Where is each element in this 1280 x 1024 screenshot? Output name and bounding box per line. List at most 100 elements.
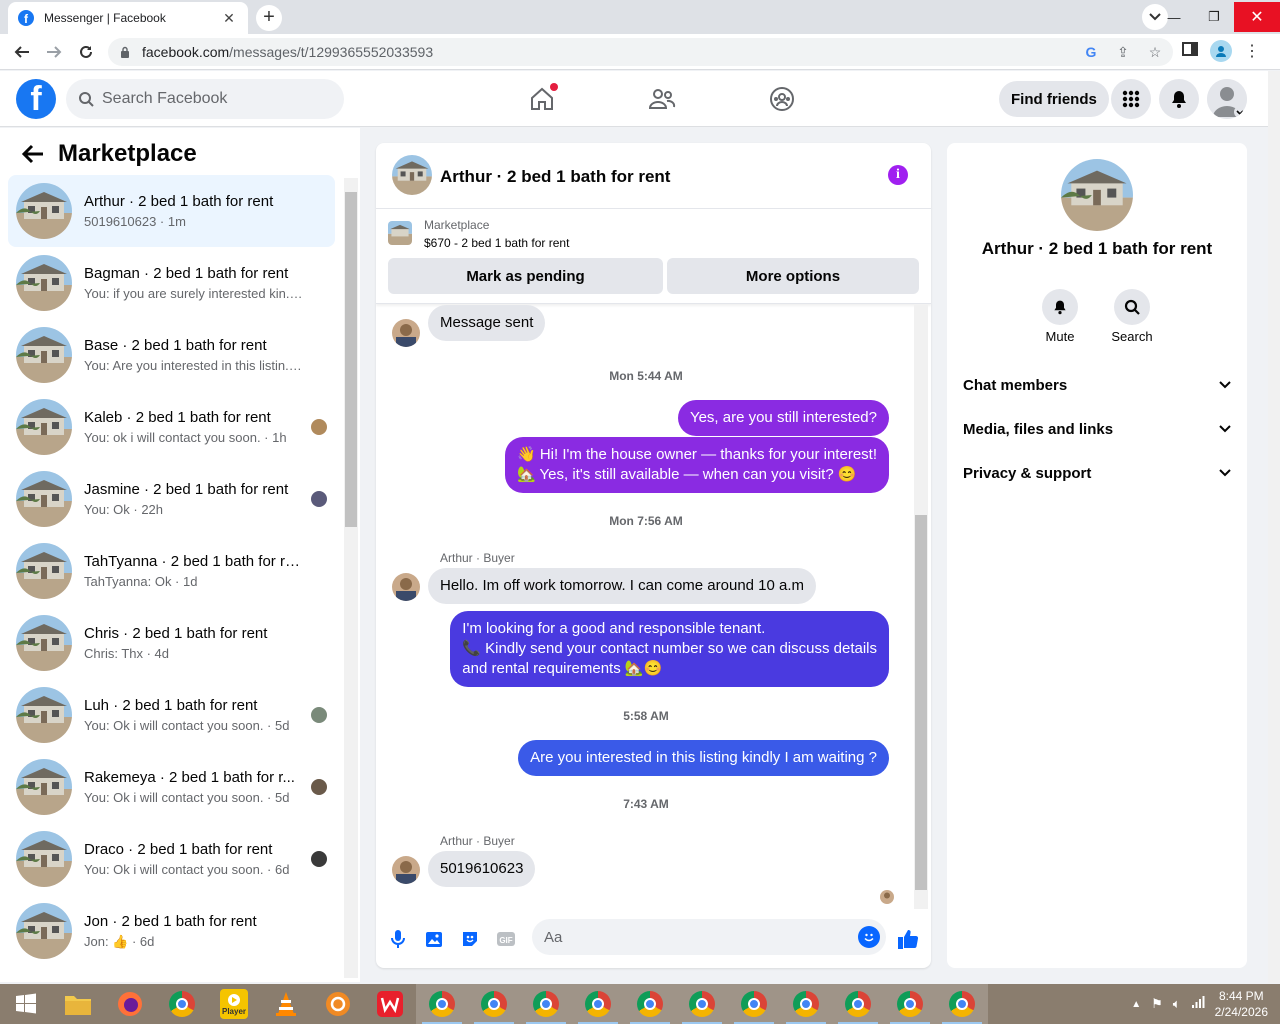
notifications-button[interactable] (1159, 79, 1199, 119)
bookmark-star-icon[interactable]: ☆ (1145, 42, 1165, 62)
listing-price-title[interactable]: $670 - 2 bed 1 bath for rent (424, 236, 569, 250)
chrome-window-2[interactable] (468, 984, 520, 1024)
info-icon[interactable]: i (888, 165, 908, 185)
page-scrollbar[interactable] (1268, 71, 1280, 983)
player-app[interactable]: Player (208, 984, 260, 1024)
conversation-item[interactable]: Base · 2 bed 1 bath for rent You: Are yo… (8, 319, 335, 391)
conversation-item[interactable]: Luh · 2 bed 1 bath for rent You: Ok i wi… (8, 679, 335, 751)
message-bubble-sent[interactable]: I'm looking for a good and responsible t… (450, 611, 889, 687)
info-avatar[interactable] (1061, 159, 1133, 231)
more-options-button[interactable]: More options (667, 258, 919, 294)
search-input[interactable] (102, 90, 322, 108)
minimize-button[interactable]: — (1154, 2, 1194, 32)
chrome-window-6[interactable] (676, 984, 728, 1024)
browser-tab[interactable]: f Messenger | Facebook ✕ (8, 2, 248, 34)
nav-groups[interactable] (722, 71, 842, 127)
section-chat-members[interactable]: Chat members (955, 365, 1239, 405)
back-icon[interactable] (10, 40, 34, 64)
conversation-item[interactable]: Kaleb · 2 bed 1 bath for rent You: ok i … (8, 391, 335, 463)
back-arrow-icon[interactable] (20, 144, 46, 164)
tray-overflow-icon[interactable]: ▲ (1131, 999, 1141, 1010)
google-icon[interactable]: G (1081, 42, 1101, 62)
file-explorer-app[interactable] (52, 984, 104, 1024)
chat-avatar[interactable] (392, 155, 432, 195)
chrome-app[interactable] (156, 984, 208, 1024)
thumbs-up-icon[interactable] (896, 927, 920, 951)
account-avatar[interactable] (1207, 79, 1247, 119)
message-input-box[interactable] (532, 919, 886, 955)
sidebar-scrollbar[interactable] (344, 178, 358, 978)
volume-icon[interactable]: 🔈︎ (1173, 996, 1181, 1012)
network-icon[interactable] (1191, 995, 1205, 1013)
start-button[interactable] (0, 984, 52, 1024)
chat-title[interactable]: Arthur · 2 bed 1 bath for rent (440, 167, 670, 187)
chrome-window-1[interactable] (416, 984, 468, 1024)
listing-thumbnail[interactable] (388, 221, 412, 245)
menu-grid-button[interactable] (1111, 79, 1151, 119)
chrome-window-8[interactable] (780, 984, 832, 1024)
nav-home[interactable] (482, 71, 602, 127)
section-media-files-links[interactable]: Media, files and links (955, 409, 1239, 449)
chat-scrollbar[interactable] (914, 305, 928, 909)
message-bubble-sent[interactable]: Yes, are you still interested? (677, 400, 889, 436)
close-tab-icon[interactable]: ✕ (220, 10, 238, 27)
sticker-icon[interactable] (458, 927, 482, 951)
new-tab-button[interactable]: + (256, 5, 282, 31)
facebook-search[interactable] (66, 79, 344, 119)
message-bubble-sent[interactable]: 👋 Hi! I'm the house owner — thanks for y… (504, 437, 889, 493)
conversation-item[interactable]: Chris · 2 bed 1 bath for rent Chris: Thx… (8, 607, 335, 679)
gif-icon[interactable]: GIF (494, 927, 518, 951)
mark-as-pending-button[interactable]: Mark as pending (388, 258, 663, 294)
clock[interactable]: 8:44 PM 2/24/2026 (1215, 988, 1268, 1020)
nav-friends[interactable] (602, 71, 722, 127)
find-friends-button[interactable]: Find friends (999, 81, 1109, 117)
share-icon[interactable]: ⇪ (1113, 42, 1133, 62)
chrome-window-5[interactable] (624, 984, 676, 1024)
conversation-item[interactable]: Arthur · 2 bed 1 bath for rent 501961062… (8, 175, 335, 247)
conversation-item[interactable]: Jon · 2 bed 1 bath for rent Jon: 👍 · 6d (8, 895, 335, 967)
message-bubble-received[interactable]: Hello. Im off work tomorrow. I can come … (428, 568, 817, 604)
firefox-app[interactable] (104, 984, 156, 1024)
flag-icon[interactable]: ⚑ (1151, 996, 1163, 1012)
photo-icon[interactable] (422, 927, 446, 951)
message-input[interactable] (532, 919, 832, 955)
chrome-window-4[interactable] (572, 984, 624, 1024)
seen-avatar (311, 707, 327, 723)
chrome-window-7[interactable] (728, 984, 780, 1024)
message-bubble-received[interactable]: 5019610623 (428, 851, 536, 887)
wps-office-app[interactable] (364, 984, 416, 1024)
conversation-item[interactable]: Draco · 2 bed 1 bath for rent You: Ok i … (8, 823, 335, 895)
chrome-window-9[interactable] (832, 984, 884, 1024)
restore-button[interactable]: ❐ (1194, 2, 1234, 32)
close-window-button[interactable]: ✕ (1234, 2, 1280, 32)
emoji-icon[interactable] (858, 926, 880, 948)
search-conversation-button[interactable]: Search (1102, 289, 1162, 344)
menu-kebab-icon[interactable]: ⋮ (1244, 41, 1260, 61)
chrome-window-10[interactable] (884, 984, 936, 1024)
conversation-item[interactable]: TahTyanna · 2 bed 1 bath for rent TahTya… (8, 535, 335, 607)
timestamp: Mon 5:44 AM (609, 369, 683, 383)
facebook-logo-icon[interactable]: f (16, 79, 56, 119)
side-panel-icon[interactable] (1182, 41, 1198, 62)
chat-scroll-thumb[interactable] (915, 515, 927, 890)
conversation-item[interactable]: Bagman · 2 bed 1 bath for rent You: if y… (8, 247, 335, 319)
wps-icon (377, 991, 403, 1017)
sidebar-scroll-thumb[interactable] (345, 192, 357, 527)
conversation-name: Draco · 2 bed 1 bath for rent (84, 841, 273, 858)
forward-icon[interactable] (42, 40, 66, 64)
conversation-item[interactable]: Rakemeya · 2 bed 1 bath for r... You: Ok… (8, 751, 335, 823)
microphone-icon[interactable] (386, 927, 410, 951)
vlc-app[interactable] (260, 984, 312, 1024)
profile-icon[interactable] (1210, 40, 1232, 62)
message-bubble-sent[interactable]: Are you interested in this listing kindl… (518, 740, 889, 776)
message-bubble-received[interactable]: Message sent (428, 305, 546, 341)
conversation-item[interactable]: Jasmine · 2 bed 1 bath for rent You: Ok … (8, 463, 335, 535)
chrome-window-11[interactable] (936, 984, 988, 1024)
uc-browser-app[interactable] (312, 984, 364, 1024)
section-privacy-support[interactable]: Privacy & support (955, 453, 1239, 493)
mute-button[interactable]: Mute (1030, 289, 1090, 344)
reload-icon[interactable] (74, 40, 98, 64)
address-bar[interactable]: facebook.com/messages/t/1299365552033593… (108, 38, 1173, 66)
sender-label: Arthur · Buyer (440, 551, 515, 565)
chrome-window-3[interactable] (520, 984, 572, 1024)
